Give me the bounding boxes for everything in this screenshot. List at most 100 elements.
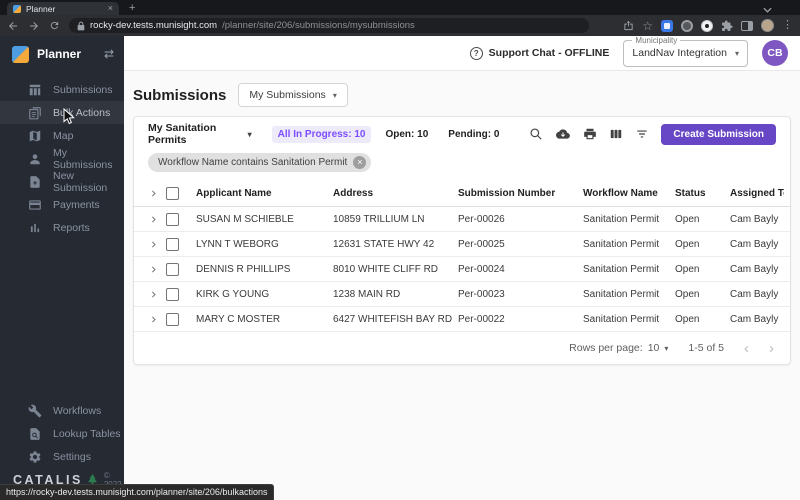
cell-workflow: Sanitation Permit	[583, 288, 660, 300]
user-avatar[interactable]: CB	[762, 40, 788, 66]
expand-row-icon[interactable]	[149, 215, 158, 224]
sidebar-item-lookup-tables[interactable]: Lookup Tables	[0, 422, 124, 445]
cell-assigned: Cam Bayly	[730, 313, 779, 325]
municipality-select[interactable]: Municipality LandNav Integration ▾	[623, 35, 748, 67]
cloud-download-icon[interactable]	[555, 127, 571, 141]
browser-menu-icon[interactable]: ⋮	[782, 20, 793, 31]
app-name: Planner	[37, 47, 82, 61]
prev-page-icon[interactable]: ‹	[744, 341, 749, 356]
new-tab-button[interactable]: +	[129, 2, 135, 15]
sidebar-item-reports[interactable]: Reports	[0, 216, 124, 239]
tab-open[interactable]: Open: 10	[379, 126, 434, 143]
sidebar-collapse-icon[interactable]: ⇄	[104, 47, 114, 61]
forward-icon[interactable]	[28, 20, 40, 32]
sidebar-item-submissions[interactable]: Submissions	[0, 78, 124, 101]
extension-badge-icon[interactable]	[661, 19, 673, 32]
filter-icon[interactable]	[635, 127, 649, 141]
extensions-puzzle-icon[interactable]	[721, 20, 733, 32]
row-checkbox[interactable]	[166, 237, 179, 251]
chip-remove-icon[interactable]: ×	[353, 156, 367, 169]
col-submission-number[interactable]: Submission Number	[458, 188, 583, 199]
status-tabs: All In Progress: 10 Open: 10 Pending: 0	[271, 125, 506, 143]
row-checkbox[interactable]	[166, 212, 179, 226]
saved-filter-dropdown[interactable]: My Sanitation Permits ▾	[148, 122, 252, 146]
print-icon[interactable]	[583, 127, 597, 141]
expand-row-icon[interactable]	[149, 290, 158, 299]
col-assigned-to[interactable]: Assigned To	[730, 188, 784, 199]
reload-icon[interactable]	[49, 20, 60, 31]
back-icon[interactable]	[7, 20, 19, 32]
table-row[interactable]: SUSAN M SCHIEBLE 10859 TRILLIUM LN Per-0…	[134, 207, 790, 232]
sidebar-item-label: My Submissions	[53, 146, 113, 171]
sidebar-item-my-submissions[interactable]: My Submissions	[0, 146, 124, 171]
row-checkbox[interactable]	[166, 312, 179, 326]
doc-search-icon	[28, 427, 42, 441]
col-workflow-name[interactable]: Workflow Name	[583, 188, 675, 199]
view-columns-icon[interactable]	[609, 127, 623, 141]
doc-plus-icon	[28, 175, 42, 189]
sidebar-item-workflows[interactable]: Workflows	[0, 399, 124, 422]
row-checkbox[interactable]	[166, 262, 179, 276]
next-page-icon[interactable]: ›	[769, 341, 774, 356]
cell-address: 1238 MAIN RD	[333, 288, 401, 300]
sidebar-header: Planner ⇄	[0, 36, 124, 72]
sidebar-item-label: Map	[53, 129, 74, 142]
table-icon	[28, 83, 42, 97]
sidebar-item-map[interactable]: Map	[0, 124, 124, 147]
support-chat[interactable]: ? Support Chat - OFFLINE	[469, 46, 610, 60]
address-bar[interactable]: rocky-dev.tests.munisight.com/planner/si…	[69, 18, 589, 33]
expand-row-icon[interactable]	[149, 240, 158, 249]
app-header: ? Support Chat - OFFLINE Municipality La…	[124, 35, 800, 71]
sidebar-item-payments[interactable]: Payments	[0, 193, 124, 216]
expand-all-icon[interactable]	[149, 189, 158, 198]
sidebar-item-bulk-actions[interactable]: Bulk Actions	[0, 101, 124, 124]
expand-row-icon[interactable]	[149, 315, 158, 324]
extension-circle-icon[interactable]	[681, 19, 693, 32]
tab-title: Planner	[26, 3, 56, 14]
sidebar-item-new-submission[interactable]: New Submission	[0, 169, 124, 194]
row-checkbox[interactable]	[166, 287, 179, 301]
table-row[interactable]: MARY C MOSTER 6427 WHITEFISH BAY RD Per-…	[134, 307, 790, 332]
tab-pending[interactable]: Pending: 0	[442, 126, 505, 143]
tab-search-chevron-icon[interactable]	[763, 7, 772, 13]
browser-tab[interactable]: Planner ×	[7, 2, 119, 15]
filter-chip[interactable]: Workflow Name contains Sanitation Permit…	[148, 153, 372, 172]
cell-assigned: Cam Bayly	[730, 213, 779, 225]
rows-per-page[interactable]: Rows per page: 10 ▾	[569, 342, 668, 354]
cell-number: Per-00022	[458, 313, 505, 325]
expand-row-icon[interactable]	[149, 265, 158, 274]
tab-strip: Planner × +	[0, 0, 800, 15]
sidebar-item-label: New Submission	[53, 169, 108, 194]
support-chat-label: Support Chat - OFFLINE	[488, 47, 610, 59]
table-row[interactable]: LYNN T WEBORG 12631 STATE HWY 42 Per-000…	[134, 232, 790, 257]
col-address[interactable]: Address	[333, 188, 458, 199]
select-all-checkbox[interactable]	[166, 187, 179, 200]
sidebar-item-settings[interactable]: Settings	[0, 445, 124, 468]
status-bar-link: https://rocky-dev.tests.munisight.com/pl…	[0, 484, 275, 500]
table-row[interactable]: DENNIS R PHILLIPS 8010 WHITE CLIFF RD Pe…	[134, 257, 790, 282]
tab-close-icon[interactable]: ×	[108, 4, 113, 13]
col-status[interactable]: Status	[675, 188, 730, 199]
browser-profile-avatar[interactable]	[761, 19, 774, 32]
share-icon[interactable]	[623, 20, 634, 31]
cell-number: Per-00024	[458, 263, 505, 275]
wrench-icon	[28, 404, 42, 418]
sidebar-item-label: Settings	[53, 450, 91, 463]
side-panel-icon[interactable]	[741, 20, 753, 31]
view-selector-button[interactable]: My Submissions ▾	[238, 83, 348, 107]
col-applicant-name[interactable]: Applicant Name	[196, 188, 333, 199]
url-path: /planner/site/206/submissions/mysubmissi…	[222, 20, 415, 31]
cell-address: 12631 STATE HWY 42	[333, 238, 435, 250]
chevron-down-icon: ▾	[247, 129, 252, 139]
bookmark-star-icon[interactable]: ☆	[642, 19, 653, 33]
tab-all-in-progress[interactable]: All In Progress: 10	[271, 125, 372, 143]
create-submission-button[interactable]: Create Submission	[661, 123, 776, 145]
table-row[interactable]: KIRK G YOUNG 1238 MAIN RD Per-00023 Sani…	[134, 282, 790, 307]
stacked-docs-icon	[28, 106, 42, 120]
url-host: rocky-dev.tests.munisight.com	[90, 20, 218, 31]
browser-actions: ☆ ⋮	[623, 19, 793, 33]
extension-record-icon[interactable]	[701, 19, 713, 32]
search-icon[interactable]	[529, 127, 543, 141]
browser-chrome: Planner × + rocky-dev.tests.munisight.co…	[0, 0, 800, 36]
cell-applicant: DENNIS R PHILLIPS	[196, 263, 291, 275]
